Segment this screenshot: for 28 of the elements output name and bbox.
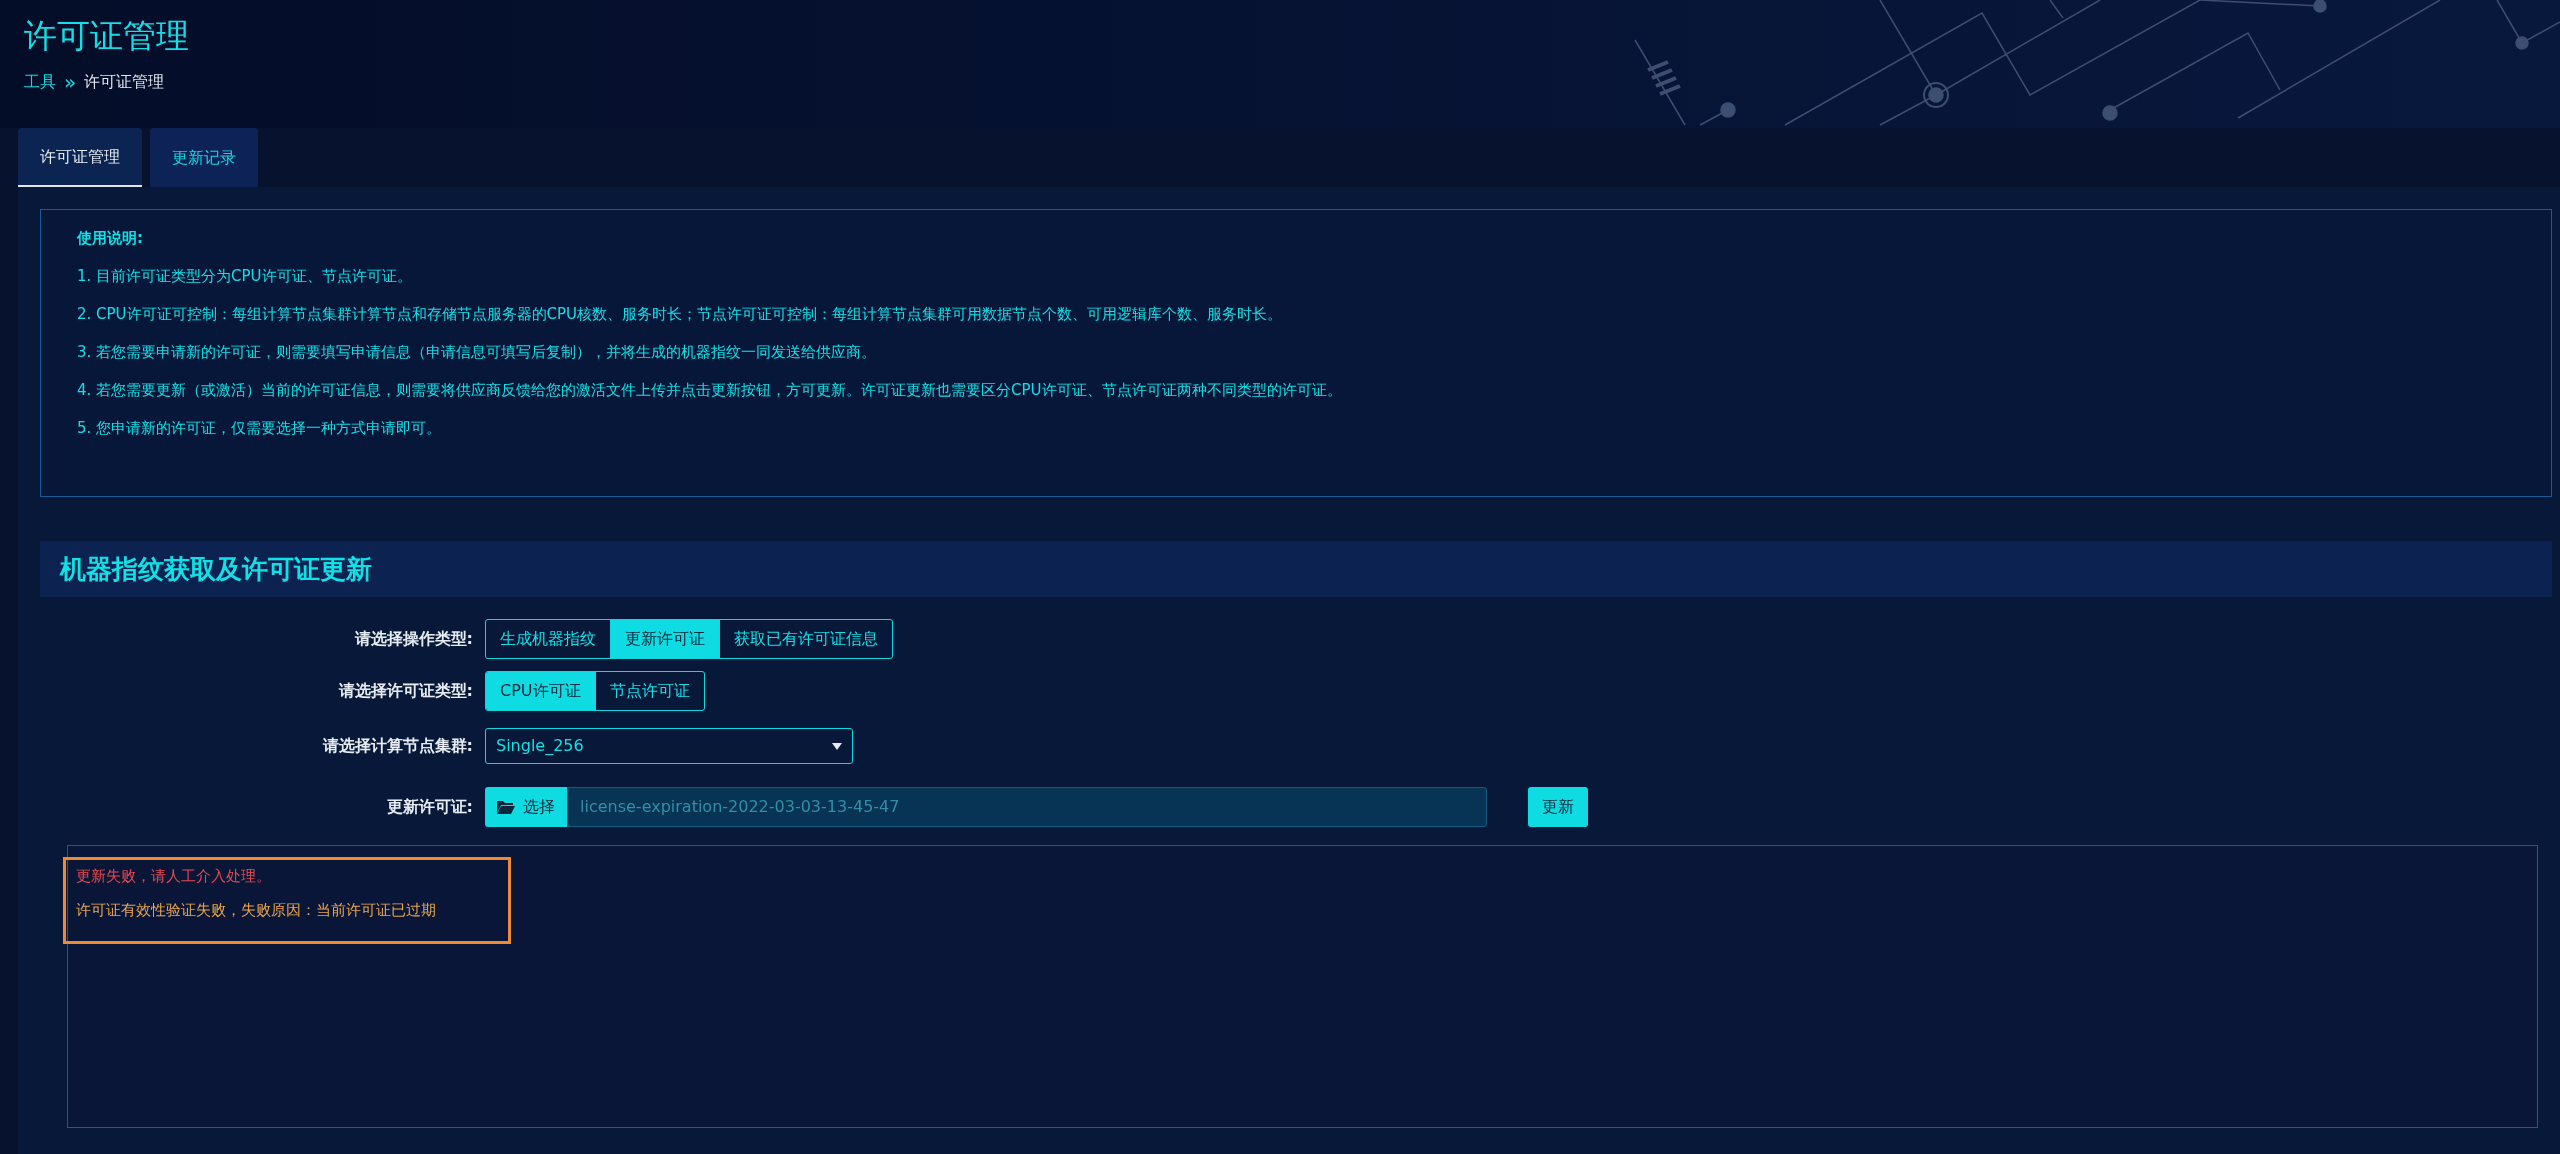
- folder-icon: [497, 800, 515, 814]
- tab[interactable]: 更新记录: [150, 128, 258, 187]
- result-message: 更新失败，请人工介入处理。: [76, 866, 272, 886]
- tab[interactable]: 许可证管理: [18, 128, 142, 187]
- instruction-text: 1. 目前许可证类型分为CPU许可证、节点许可证。: [77, 266, 413, 286]
- instruction-text: 3. 若您需要申请新的许可证，则需要填写申请信息（申请信息可填写后复制），并将生成的机器指纹一同发送给供应商。: [77, 342, 878, 362]
- field-label: 请选择计算节点集群:: [321, 735, 474, 757]
- instruction-text: 4. 若您需要更新（或激活）当前的许可证信息，则需要将供应商反馈给您的激活文件上传并点击更新按钮，方可更新。许可证更新也需要区分CPU许可证、节点许可证两种不同类型的许可证。: [77, 380, 1343, 400]
- segment-option[interactable]: 更新许可证: [611, 620, 720, 658]
- instructions-title: 使用说明:: [77, 228, 144, 248]
- section-title: 机器指纹获取及许可证更新: [60, 552, 372, 586]
- breadcrumb-separator: »: [64, 72, 77, 92]
- field-label: 更新许可证:: [385, 796, 474, 818]
- segment-option[interactable]: CPU许可证: [486, 672, 596, 710]
- segment-option[interactable]: 获取已有许可证信息: [720, 620, 892, 658]
- breadcrumb-link[interactable]: 工具: [24, 70, 56, 94]
- segment-option[interactable]: 节点许可证: [595, 672, 704, 710]
- instruction-text: 5. 您申请新的许可证，仅需要选择一种方式申请即可。: [77, 418, 443, 438]
- update-button[interactable]: 更新: [1528, 787, 1588, 827]
- page-title: 许可证管理: [24, 15, 190, 57]
- field-label: 请选择许可证类型:: [337, 680, 474, 702]
- caret-icon: [832, 742, 842, 750]
- breadcrumb-current: 许可证管理: [84, 71, 165, 93]
- result-message: 许可证有效性验证失败，失败原因：当前许可证已过期: [76, 900, 437, 920]
- instruction-text: 2. CPU许可证可控制：每组计算节点集群计算节点和存储节点服务器的CPU核数、服务时长；节点许可证可控制：每组计算节点集群可用数据节点个数、可用逻辑库个数、服务时长。: [77, 304, 1284, 324]
- cluster-select[interactable]: Single_256: [485, 728, 853, 764]
- field-label: 请选择操作类型:: [353, 628, 474, 650]
- choose-file-button[interactable]: 选择: [485, 787, 567, 827]
